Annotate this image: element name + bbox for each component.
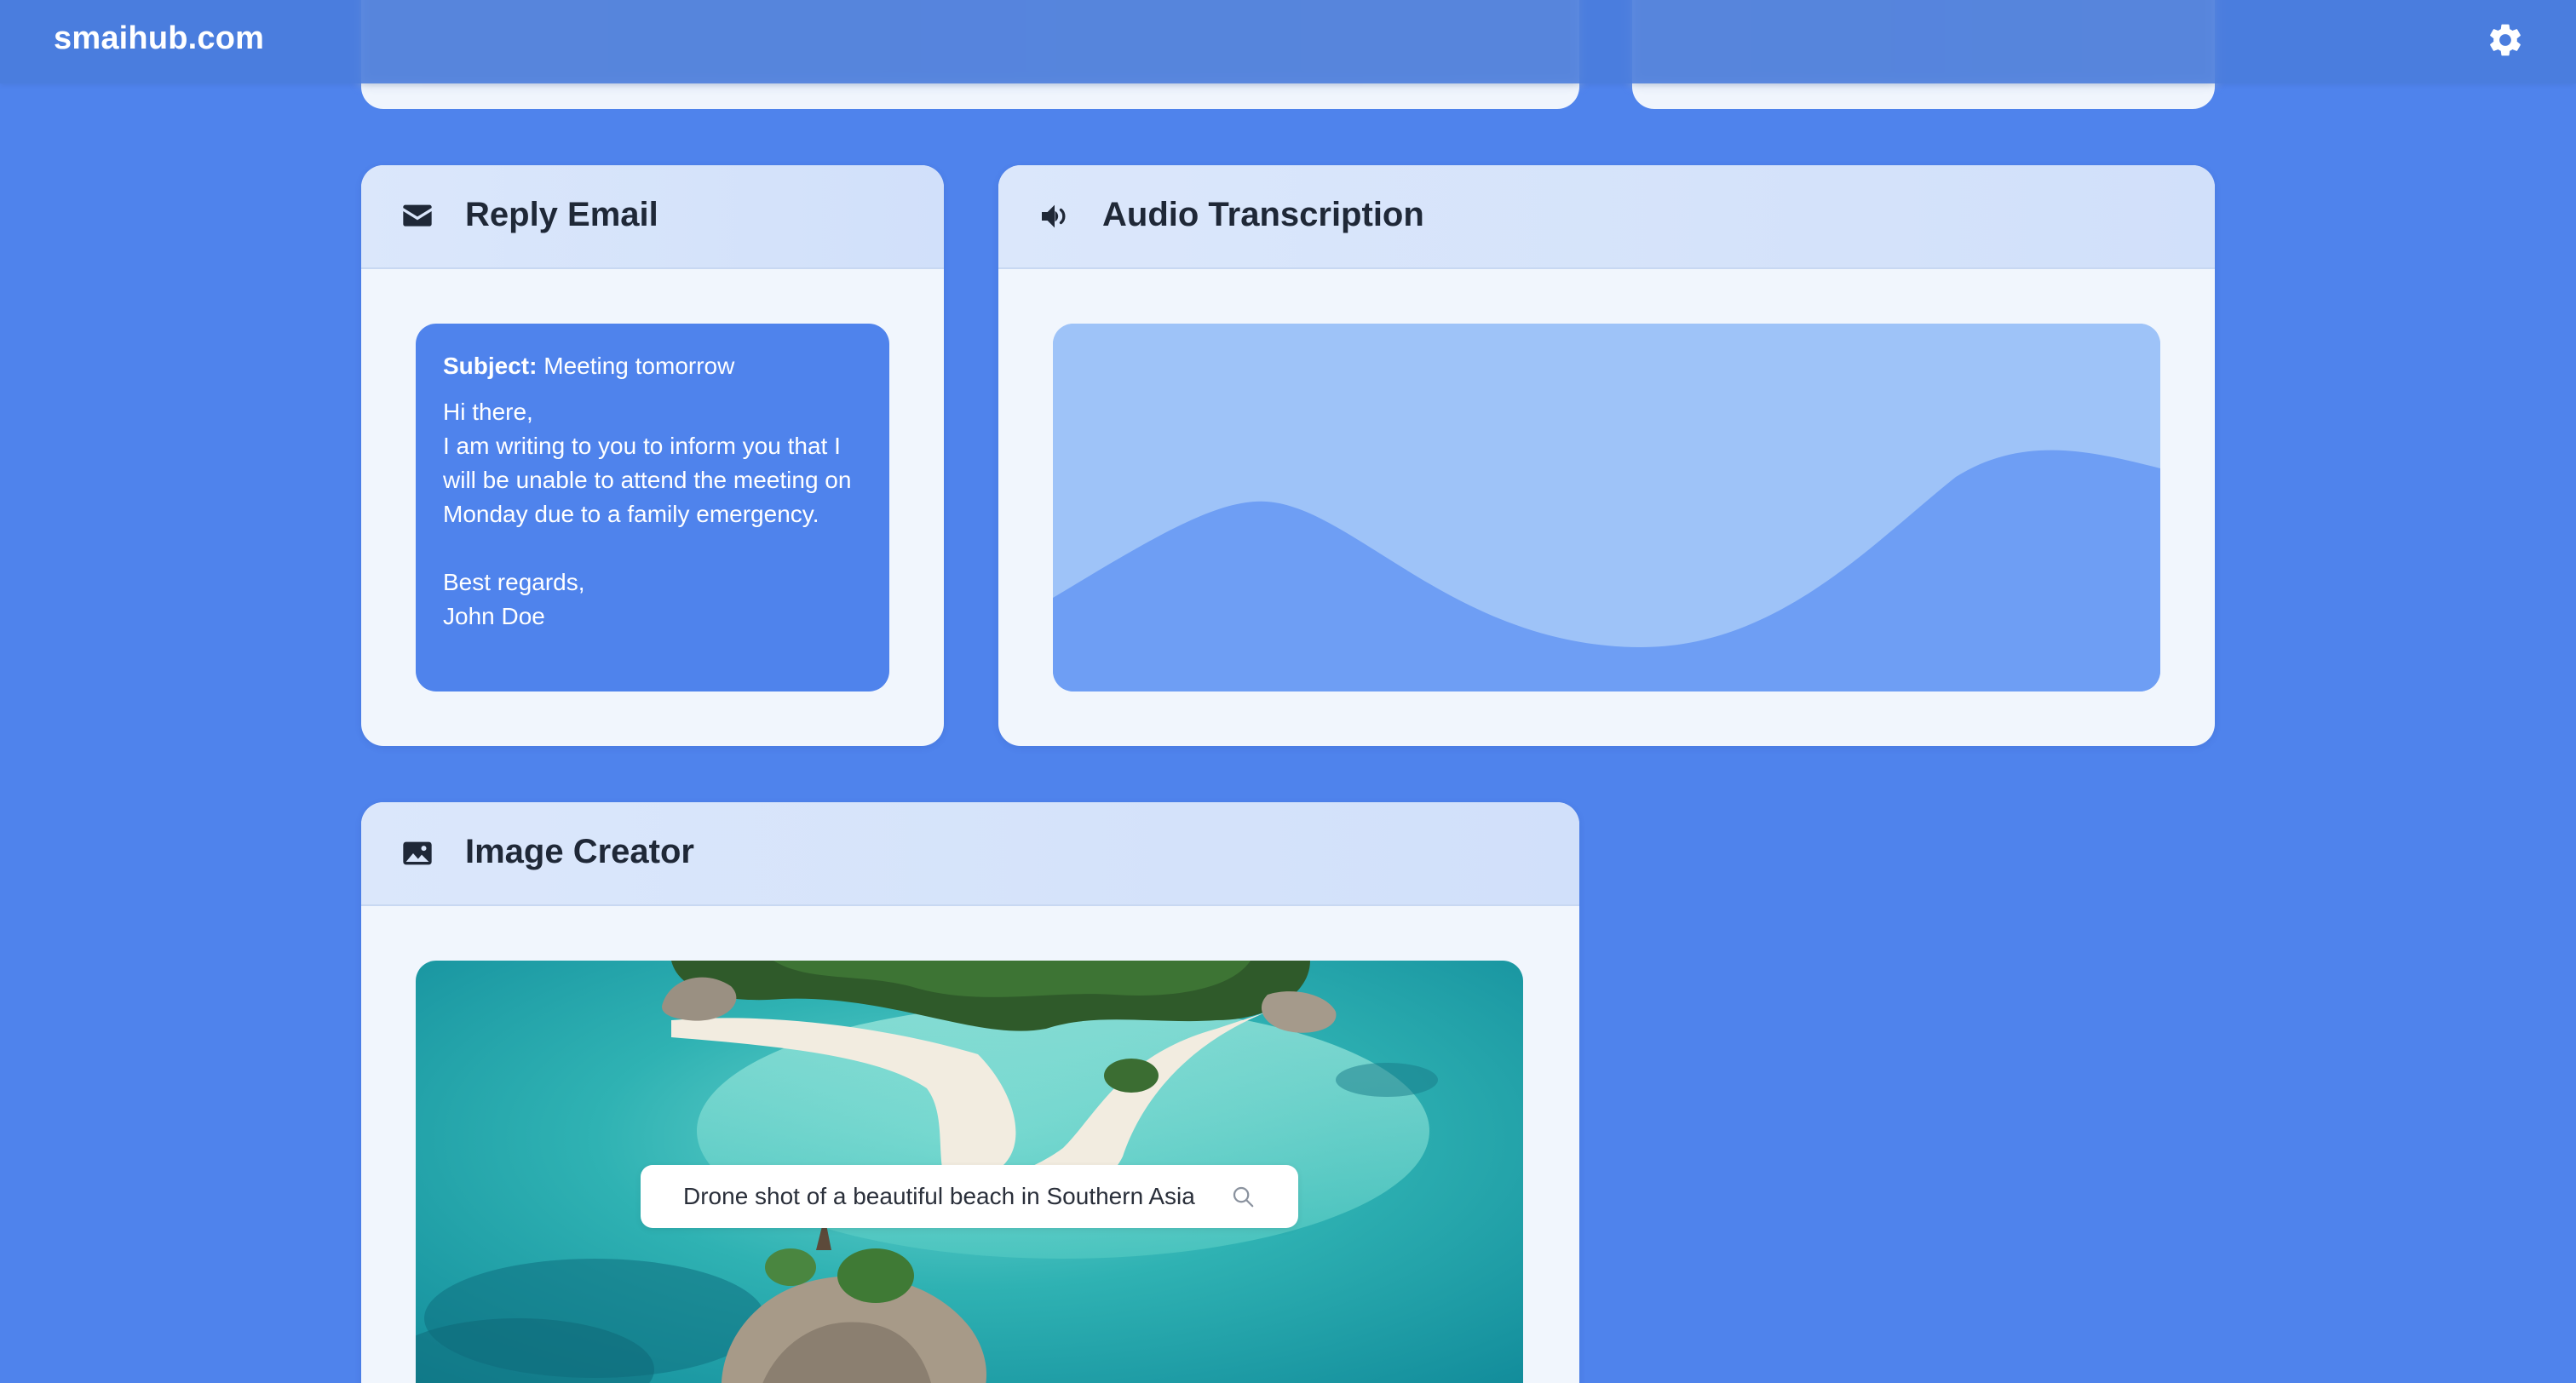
audio-transcription-header: Audio Transcription (998, 165, 2215, 269)
reply-email-card: Reply Email Subject: Meeting tomorrow Hi… (361, 165, 944, 746)
image-prompt-input[interactable] (683, 1183, 1211, 1210)
email-subject: Subject: Meeting tomorrow (443, 349, 862, 383)
image-creator-card: Image Creator (361, 802, 1579, 1383)
reply-email-title: Reply Email (465, 196, 658, 233)
brand-logo[interactable]: smaihub.com (54, 20, 264, 57)
top-bar: smaihub.com (0, 0, 2576, 83)
waveform-graphic (1053, 324, 2160, 692)
audio-transcription-card: Audio Transcription (998, 165, 2215, 746)
email-body: I am writing to you to inform you that I… (443, 433, 859, 527)
email-content[interactable]: Subject: Meeting tomorrow Hi there, I am… (416, 324, 889, 692)
subject-label: Subject: (443, 353, 538, 379)
email-greeting: Hi there, (443, 399, 533, 425)
page: smaihub.com Reply Email Subject: Meeting… (0, 0, 2576, 1383)
image-creator-header: Image Creator (361, 802, 1579, 906)
audio-waveform[interactable] (1053, 324, 2160, 692)
gear-icon[interactable] (2486, 20, 2525, 60)
speaker-icon (1042, 204, 1066, 228)
envelope-icon (403, 204, 432, 227)
audio-transcription-title: Audio Transcription (1102, 196, 1424, 233)
image-prompt-field[interactable] (641, 1165, 1298, 1228)
image-icon (403, 841, 432, 865)
subject-value: Meeting tomorrow (537, 353, 735, 379)
reply-email-header: Reply Email (361, 165, 944, 269)
email-closing: Best regards, (443, 569, 585, 595)
email-spacer (443, 531, 862, 565)
email-signature: John Doe (443, 603, 545, 629)
search-icon[interactable] (1230, 1184, 1256, 1209)
image-creator-title: Image Creator (465, 833, 694, 870)
